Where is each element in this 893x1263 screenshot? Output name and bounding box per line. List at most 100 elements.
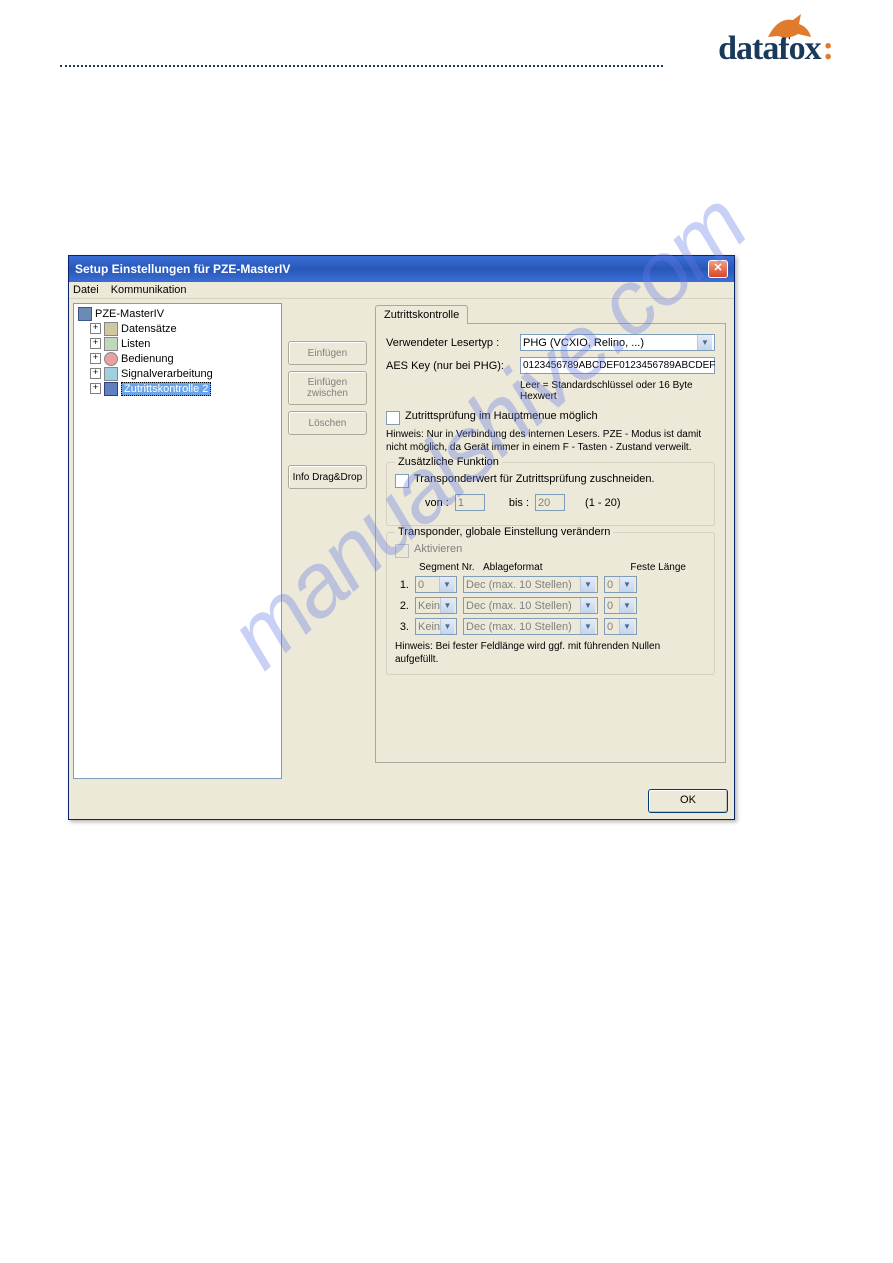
bis-value: 20 [538,497,550,509]
tab-zutrittskontrolle[interactable]: Zutrittskontrolle [375,305,468,324]
btn-line1: Einfügen [308,377,347,388]
activate-label: Aktivieren [414,543,462,555]
group-title: Transponder, globale Einstellung verände… [395,526,613,538]
segment-row-1: 1. 0▼ Dec (max. 10 Stellen)▼ 0▼ [395,576,706,593]
datafox-logo: datafox: [718,30,833,68]
page-header: datafox: [60,30,833,90]
chevron-down-icon: ▼ [697,335,712,350]
combo-value: Dec (max. 10 Stellen) [466,579,572,591]
chevron-down-icon: ▼ [619,598,634,613]
format-combo: Dec (max. 10 Stellen) ▼ [463,618,598,635]
combo-value: 0 [607,600,613,612]
hdr-length: Feste Länge [626,562,686,573]
segment-combo: Kein▼ [415,618,457,635]
chevron-down-icon: ▼ [440,619,454,634]
format-combo: Dec (max. 10 Stellen) ▼ [463,576,598,593]
chevron-down-icon: ▼ [440,598,454,613]
close-button[interactable]: ✕ [708,260,728,278]
segment-row-3: 3. Kein▼ Dec (max. 10 Stellen)▼ 0▼ [395,618,706,635]
length-combo: 0▼ [604,618,637,635]
transponder-global-group: Transponder, globale Einstellung verände… [386,532,715,675]
dotted-rule [60,65,663,67]
activate-checkbox [395,544,409,558]
hint-text: Hinweis: Nur in Verbindung des internen … [386,429,715,454]
expand-icon[interactable]: + [90,368,101,379]
tree-item-signal[interactable]: + Signalverarbeitung [76,366,279,381]
btn-line2: zwischen [307,388,348,399]
expand-icon[interactable]: + [90,338,101,349]
settings-panel: Zutrittskontrolle Verwendeter Lesertyp :… [371,301,732,781]
chevron-down-icon: ▼ [580,619,595,634]
window-title: Setup Einstellungen für PZE-MasterIV [75,262,290,276]
reader-type-combo[interactable]: PHG (VCXIO, Relino, ...) ▼ [520,334,715,351]
tree-root[interactable]: PZE-MasterIV [76,306,279,321]
combo-value: 0 [607,621,613,633]
tree-item-bedienung[interactable]: + Bedienung [76,351,279,366]
format-combo: Dec (max. 10 Stellen)▼ [463,597,598,614]
combo-value: PHG (VCXIO, Relino, ...) [523,337,644,349]
von-label: von : [425,497,449,509]
chevron-down-icon: ▼ [580,598,595,613]
segment-row-2: 2. Kein▼ Dec (max. 10 Stellen)▼ 0▼ [395,597,706,614]
tree-root-label: PZE-MasterIV [95,308,164,320]
expand-icon[interactable]: + [90,323,101,334]
combo-value: Kein [418,600,440,612]
ok-button[interactable]: OK [648,789,728,813]
combo-value: Dec (max. 10 Stellen) [466,621,572,633]
combo-value: Kein [418,621,440,633]
tree-label: Datensätze [121,323,177,335]
reader-type-label: Verwendeter Lesertyp : [386,337,514,349]
text-value: 0123456789ABCDEF0123456789ABCDEF [523,360,715,371]
bis-input: 20 [535,494,565,511]
aes-key-label: AES Key (nur bei PHG): [386,360,514,372]
hint-body: Nur in Verbindung des internen Lesers. P… [386,429,701,453]
main-menu-cb-label: Zutrittsprüfung im Hauptmenue möglich [405,410,598,422]
fox-icon [763,12,813,42]
group-title: Zusätzliche Funktion [395,456,502,468]
trim-transponder-checkbox[interactable] [395,474,409,488]
chevron-down-icon: ▼ [439,577,454,592]
tree-label: Bedienung [121,353,174,365]
hdr-segment: Segment Nr. [419,562,475,573]
tree-item-datensaetze[interactable]: + Datensätze [76,321,279,336]
chevron-down-icon: ▼ [619,577,634,592]
von-input: 1 [455,494,485,511]
tab-row: Zutrittskontrolle [375,305,726,324]
tree-item-zutrittskontrolle[interactable]: + Zutrittskontrolle 2 [76,381,279,396]
aes-key-input[interactable]: 0123456789ABCDEF0123456789ABCDEF [520,357,715,374]
row-num: 1. [395,579,409,591]
hdr-format: Ablageformat [483,562,618,573]
menu-kommunikation[interactable]: Kommunikation [111,284,187,296]
terminal-icon [78,307,92,321]
row-num: 3. [395,621,409,633]
segment-combo: Kein▼ [415,597,457,614]
footer: OK [69,783,734,819]
aes-help-text: Leer = Standardschlüssel oder 16 Byte He… [520,380,715,402]
expand-icon[interactable]: + [90,383,101,394]
expand-icon[interactable]: + [90,353,101,364]
combo-value: 0 [607,579,613,591]
grid-icon [104,322,118,336]
combo-value: 0 [418,579,424,591]
bis-label: bis : [509,497,529,509]
group2-hint: Hinweis: Bei fester Feldlänge wird ggf. … [395,641,706,666]
info-dragdrop-button[interactable]: Info Drag&Drop [288,465,367,489]
body-area: PZE-MasterIV + Datensätze + Listen + Bed… [69,299,734,783]
titlebar[interactable]: Setup Einstellungen für PZE-MasterIV ✕ [69,256,734,282]
chevron-down-icon: ▼ [619,619,634,634]
chevron-down-icon: ▼ [580,577,595,592]
loeschen-button: Löschen [288,411,367,435]
segment-combo: 0▼ [415,576,457,593]
trim-cb-label: Transponderwert für Zutrittsprüfung zusc… [414,473,655,485]
tree-panel[interactable]: PZE-MasterIV + Datensätze + Listen + Bed… [73,303,282,779]
von-value: 1 [458,497,464,509]
einfuegen-zwischen-button: Einfügen zwischen [288,371,367,405]
range-label: (1 - 20) [585,497,620,509]
hint-prefix: Hinweis: [386,429,424,440]
main-menu-checkbox[interactable] [386,411,400,425]
logo-colon: : [823,30,833,68]
extra-function-group: Zusätzliche Funktion Transponderwert für… [386,462,715,526]
tree-item-listen[interactable]: + Listen [76,336,279,351]
settings-window: Setup Einstellungen für PZE-MasterIV ✕ D… [68,255,735,820]
menu-datei[interactable]: Datei [73,284,99,296]
